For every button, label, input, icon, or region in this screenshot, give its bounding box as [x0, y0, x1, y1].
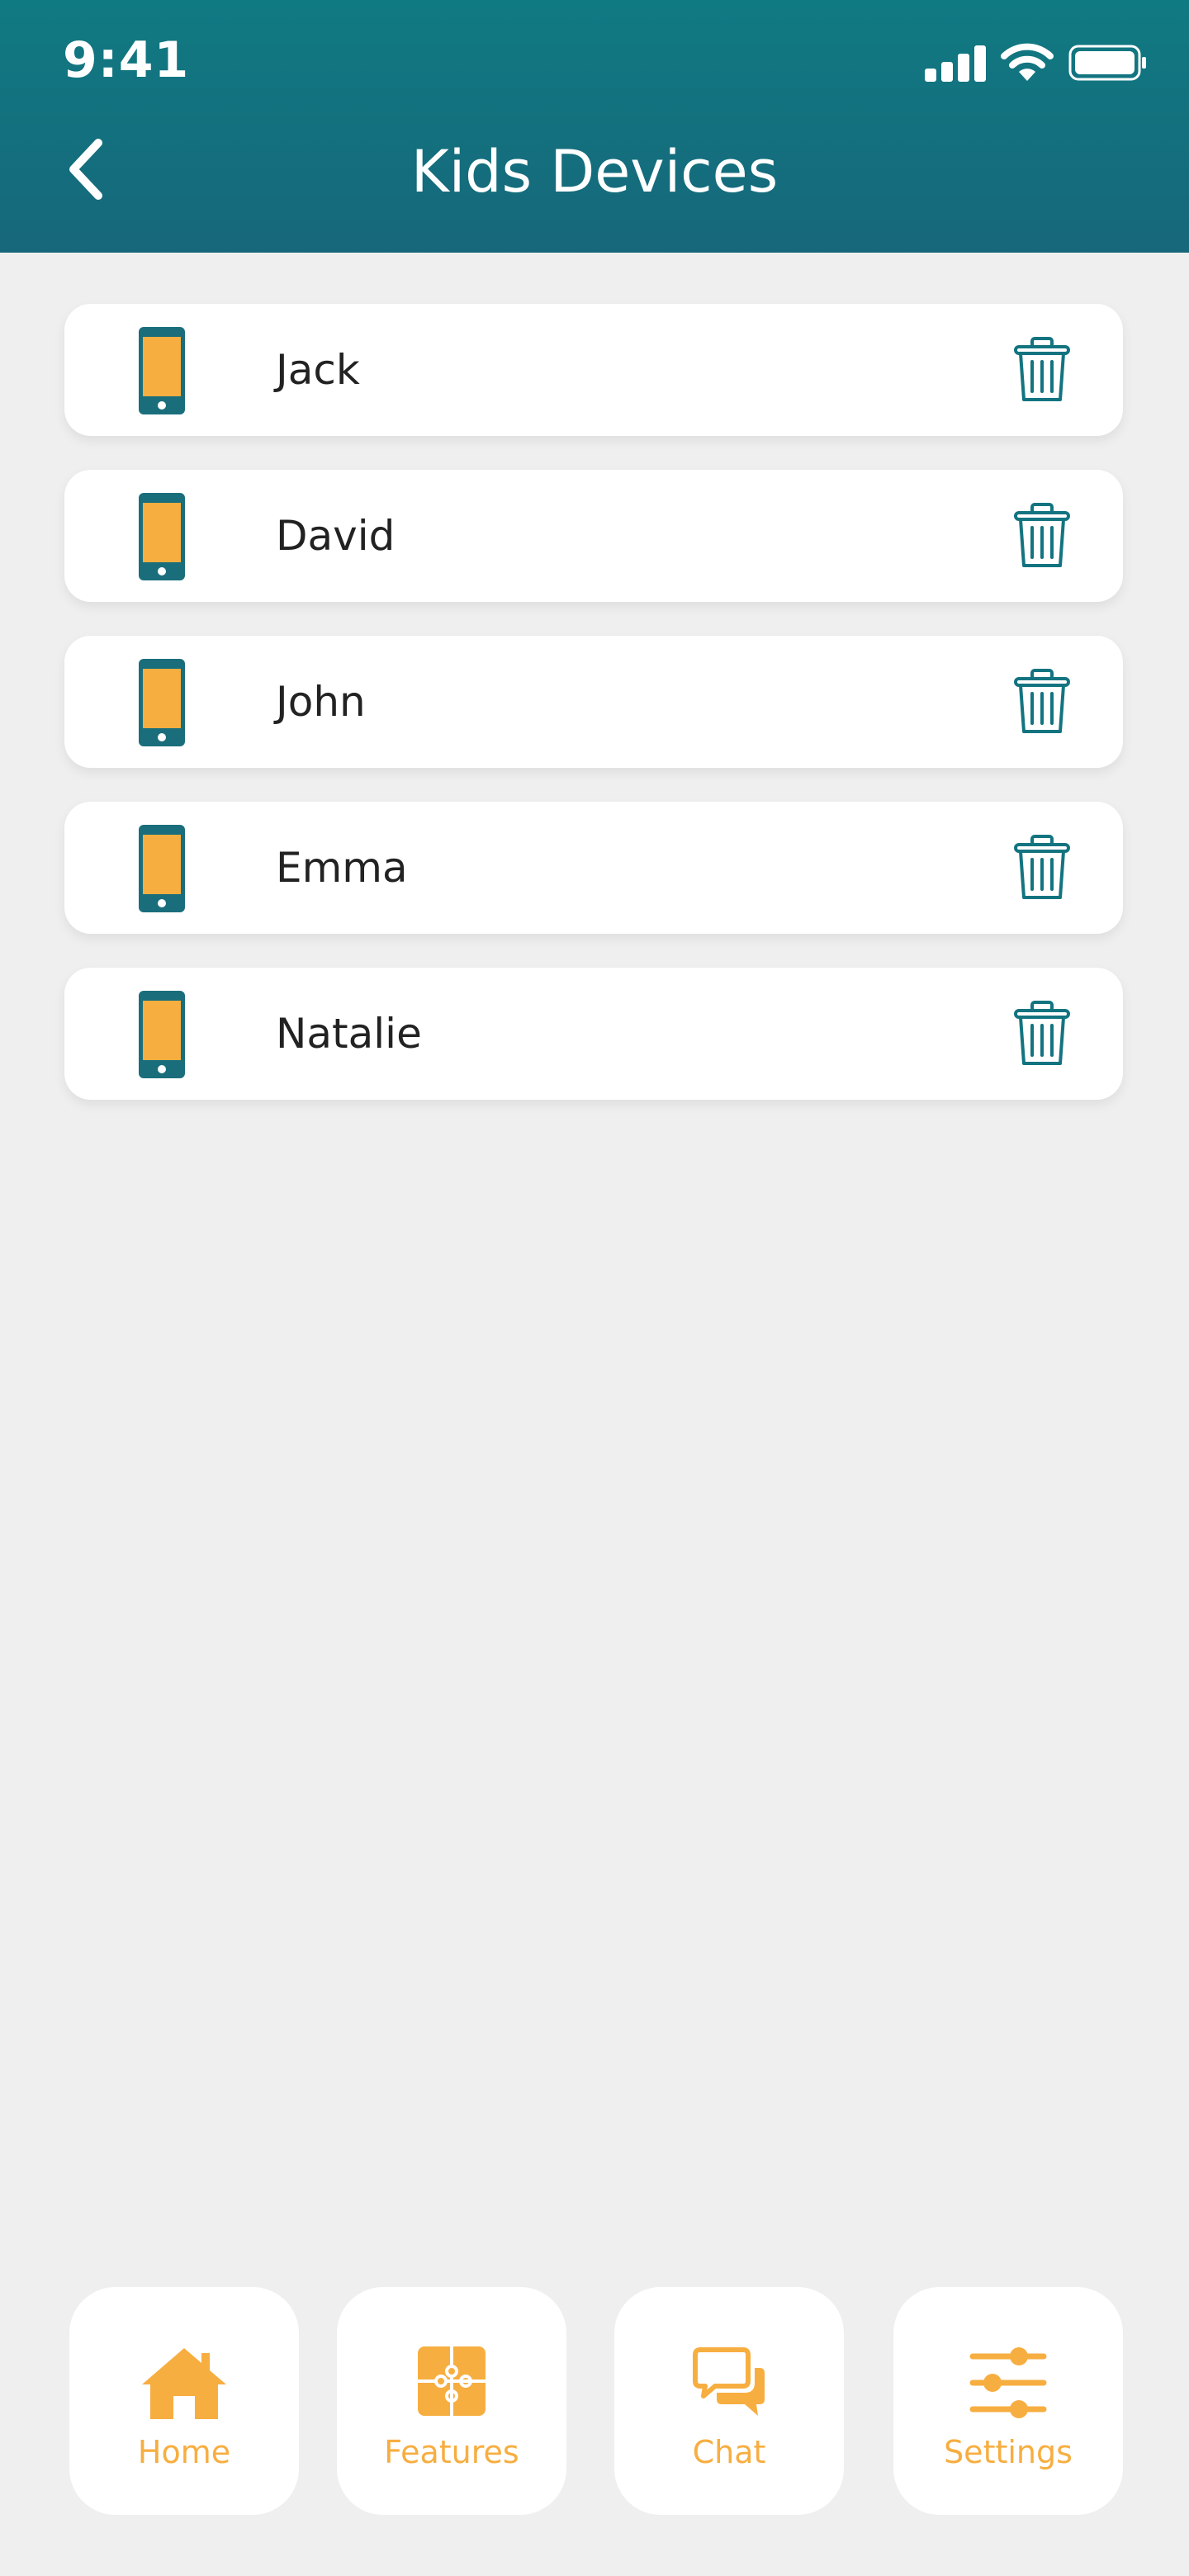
smartphone-icon — [139, 493, 185, 580]
tab-chat[interactable]: Chat — [614, 2287, 844, 2515]
trash-icon[interactable] — [1012, 337, 1072, 403]
app-header: 9:41 Kids Devices — [0, 0, 1189, 253]
device-item[interactable]: Emma — [64, 802, 1123, 934]
tab-label: Home — [137, 2434, 231, 2470]
battery-icon — [1068, 45, 1146, 81]
smartphone-icon — [139, 991, 185, 1078]
tab-home[interactable]: Home — [69, 2287, 299, 2515]
tab-label: Chat — [692, 2434, 766, 2470]
status-icons — [925, 40, 1148, 86]
trash-icon[interactable] — [1012, 1001, 1072, 1067]
tab-label: Settings — [944, 2434, 1073, 2470]
smartphone-icon — [139, 825, 185, 912]
device-item[interactable]: David — [64, 470, 1123, 602]
device-name: Natalie — [276, 1010, 422, 1058]
smartphone-icon — [139, 659, 185, 746]
puzzle-icon — [418, 2346, 486, 2416]
trash-icon[interactable] — [1012, 669, 1072, 735]
bottom-tab-bar: Home Features Chat Settings — [0, 2287, 1189, 2518]
device-list: Jack David John Emma Natalie — [64, 304, 1123, 1134]
home-icon — [142, 2348, 226, 2419]
chat-icon — [693, 2347, 765, 2416]
device-name: David — [276, 512, 396, 560]
device-name: John — [276, 678, 366, 726]
tab-settings[interactable]: Settings — [893, 2287, 1123, 2515]
page-title: Kids Devices — [410, 138, 779, 206]
tab-features[interactable]: Features — [337, 2287, 566, 2515]
device-item[interactable]: Natalie — [64, 968, 1123, 1100]
trash-icon[interactable] — [1012, 503, 1072, 569]
trash-icon[interactable] — [1012, 835, 1072, 901]
status-time: 9:41 — [63, 31, 190, 89]
signal-icon — [925, 45, 986, 82]
device-item[interactable]: John — [64, 636, 1123, 768]
sliders-icon — [969, 2347, 1047, 2418]
wifi-icon — [1001, 43, 1054, 81]
tab-label: Features — [384, 2434, 519, 2470]
device-item[interactable]: Jack — [64, 304, 1123, 436]
device-name: Emma — [276, 844, 408, 892]
device-name: Jack — [276, 346, 360, 394]
smartphone-icon — [139, 327, 185, 414]
